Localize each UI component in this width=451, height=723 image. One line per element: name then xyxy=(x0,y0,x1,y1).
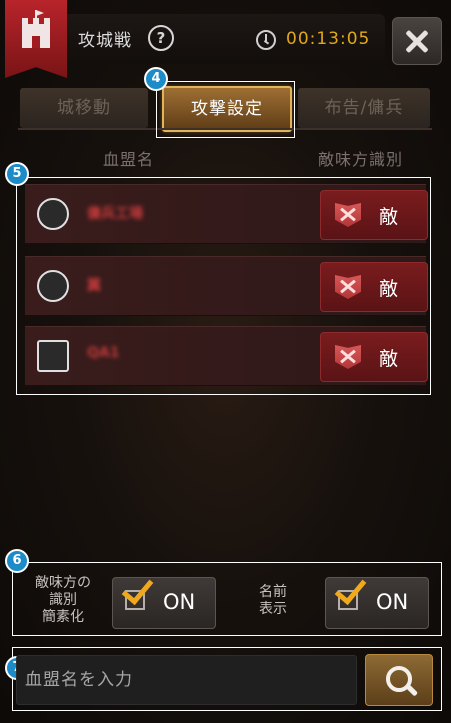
marker-5: 5 xyxy=(5,162,29,186)
enemy-shield-icon xyxy=(335,345,361,369)
flag-emblem-icon xyxy=(37,340,69,372)
friend-foe-toggle-button[interactable]: 敵 xyxy=(320,190,428,240)
castle-banner xyxy=(5,0,67,78)
show-names-label: 名前 表示 xyxy=(248,584,298,618)
enemy-shield-icon xyxy=(335,275,361,299)
simplify-friend-foe-toggle[interactable]: ON xyxy=(112,571,216,629)
clan-name: 翼 xyxy=(87,278,101,294)
column-header-friend-foe: 敵味方識別 xyxy=(318,150,404,169)
column-header-clan: 血盟名 xyxy=(103,150,155,169)
label-line: 簡素化 xyxy=(42,609,84,625)
help-icon[interactable]: ? xyxy=(148,25,174,51)
clan-name: 傭兵工場 xyxy=(87,206,143,222)
label-line: 表示 xyxy=(259,601,287,617)
marker-6: 6 xyxy=(5,549,29,573)
friend-foe-toggle-button[interactable]: 敵 xyxy=(320,332,428,382)
friend-foe-status: 敵 xyxy=(379,348,399,370)
page-title: 攻城戦 xyxy=(78,31,132,51)
label-line: 名前 xyxy=(259,584,287,600)
tab-castle-move[interactable]: 城移動 xyxy=(20,88,148,128)
search-button[interactable] xyxy=(365,654,433,706)
clan-row: 傭兵工場 敵 xyxy=(25,184,428,244)
friend-foe-toggle-button[interactable]: 敵 xyxy=(320,262,428,312)
simplify-friend-foe-label: 敵味方の 識別 簡素化 xyxy=(22,575,104,626)
tab-declaration-mercenary[interactable]: 布告/傭兵 xyxy=(298,88,430,128)
highlight-box-tab xyxy=(156,81,295,138)
enemy-shield-icon xyxy=(335,203,361,227)
skull-emblem-icon xyxy=(37,198,69,230)
friend-foe-status: 敵 xyxy=(379,206,399,228)
toggle-state: ON xyxy=(376,590,409,614)
friend-foe-status: 敵 xyxy=(379,278,399,300)
label-line: 敵味方の xyxy=(35,575,91,591)
clock-icon xyxy=(256,30,276,50)
helmet-emblem-icon xyxy=(37,270,69,302)
castle-icon xyxy=(22,10,50,48)
countdown-timer: 00:13:05 xyxy=(286,29,371,49)
clan-row: 翼 敵 xyxy=(25,256,428,316)
label-line: 識別 xyxy=(49,592,77,608)
header: 攻城戦 ? 00:13:05 xyxy=(0,0,451,78)
close-button[interactable] xyxy=(392,17,442,65)
clan-row: QA1 敵 xyxy=(25,326,428,386)
clan-name: QA1 xyxy=(87,345,120,361)
clan-search-input[interactable] xyxy=(16,655,357,705)
marker-4: 4 xyxy=(144,67,168,91)
search-icon-handle xyxy=(405,684,419,697)
toggle-state: ON xyxy=(163,590,196,614)
show-names-toggle[interactable]: ON xyxy=(325,571,429,629)
